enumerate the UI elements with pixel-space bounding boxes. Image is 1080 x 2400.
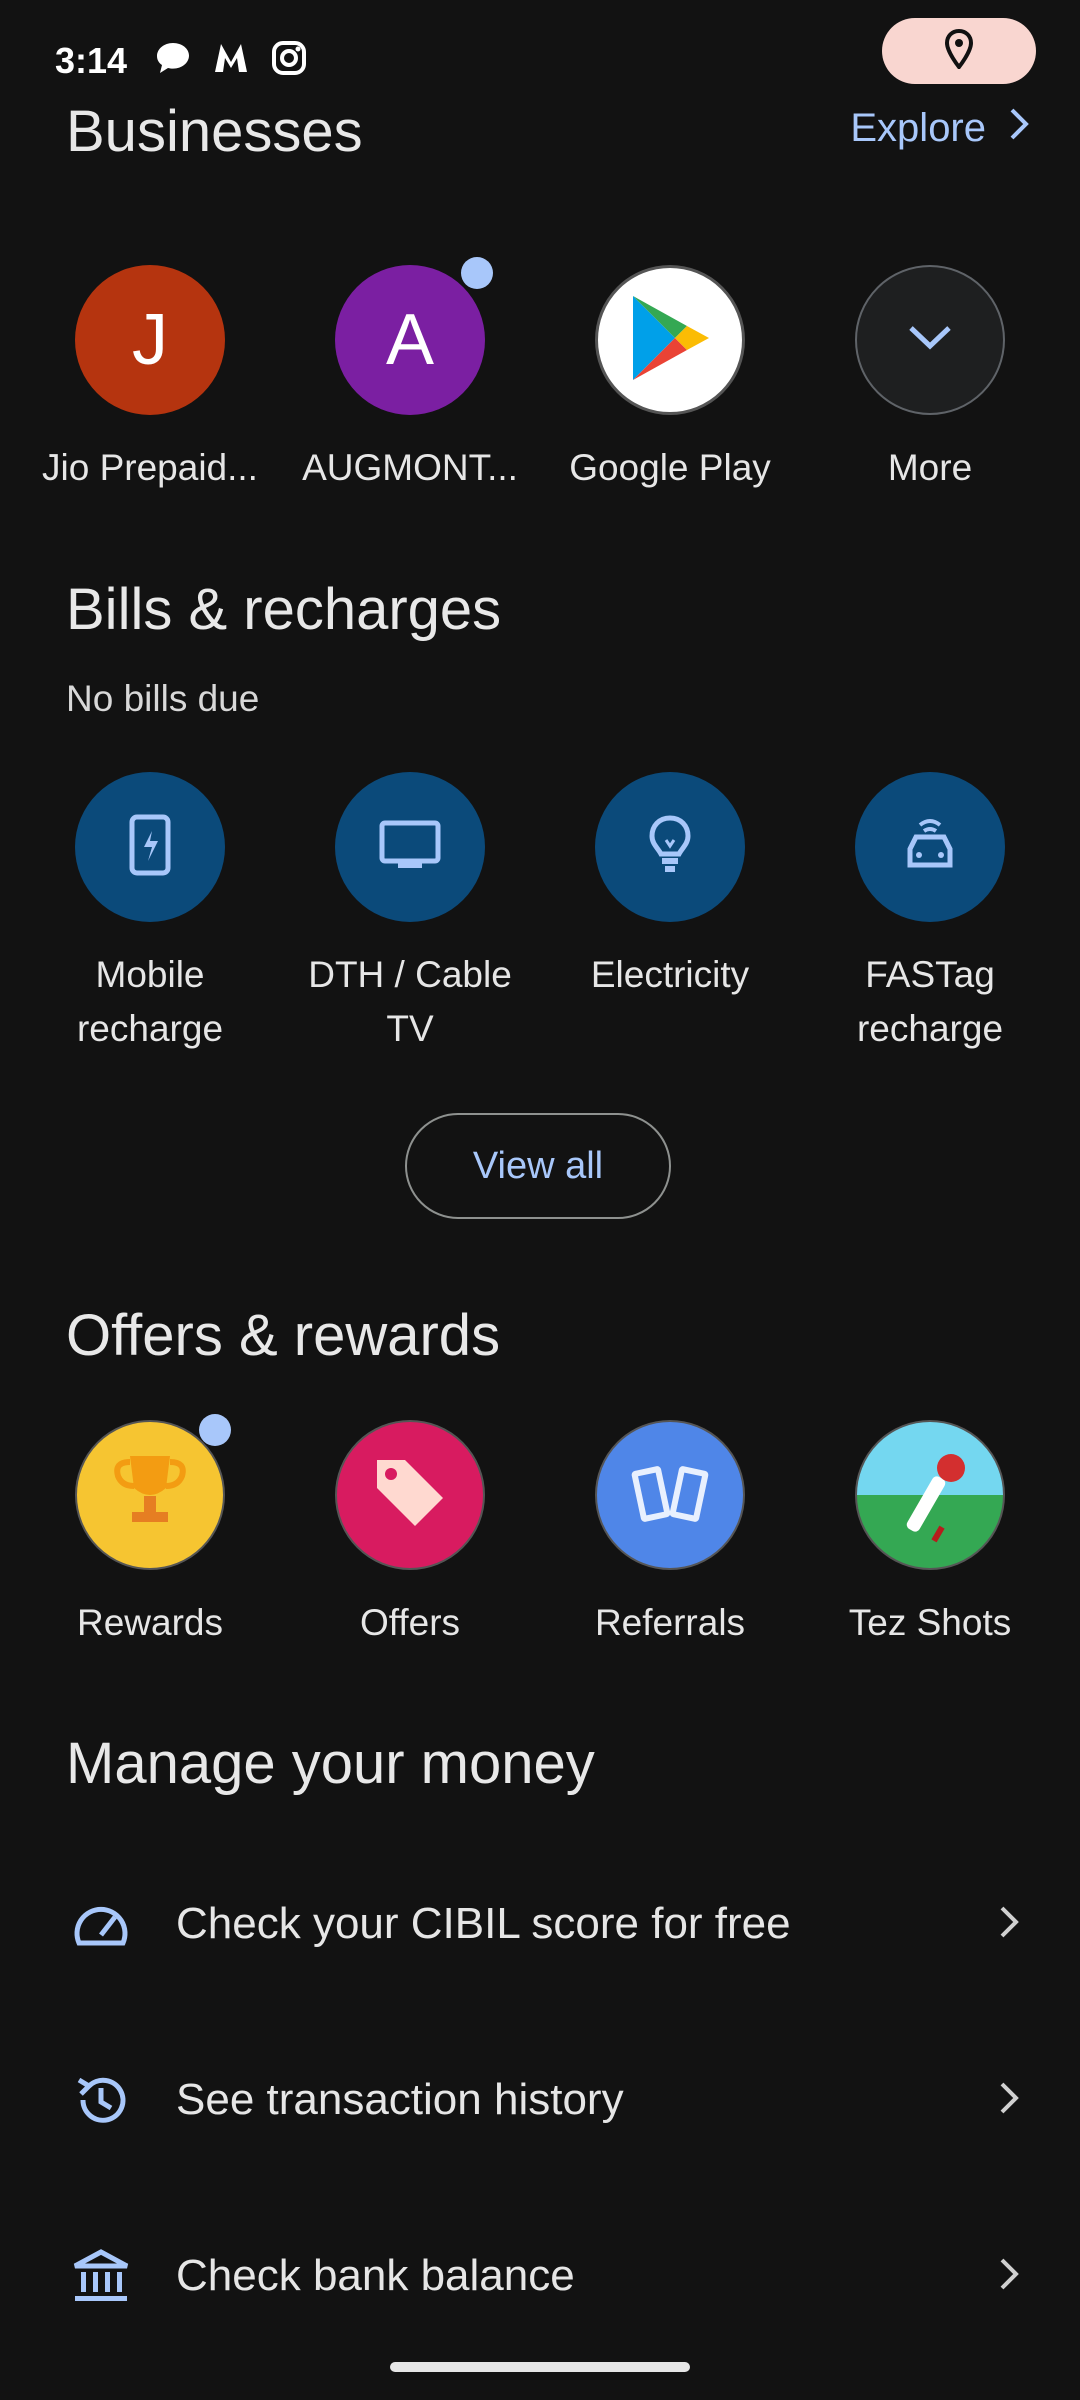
avatar-letter: J	[132, 300, 168, 380]
offers-title: Offers & rewards	[66, 1303, 501, 1368]
tag-icon	[365, 1448, 455, 1543]
businesses-row: J Jio Prepaid... A AUGMONT... Google Pla…	[20, 257, 1060, 495]
bill-fastag[interactable]: FASTag recharge	[800, 772, 1060, 1056]
offer-label: Referrals	[594, 1602, 746, 1643]
offer-label: Tez Shots	[848, 1602, 1012, 1643]
status-time: 3:14	[55, 40, 128, 81]
business-label: Jio Prepaid...	[42, 447, 258, 488]
cricket-icon	[875, 1438, 985, 1553]
car-icon	[900, 815, 960, 880]
offer-rewards[interactable]: Rewards	[20, 1414, 280, 1650]
offers-row: Rewards Offers Referrals Tez Shots	[20, 1414, 1060, 1650]
notification-dot	[461, 257, 493, 289]
list-item-bank-balance[interactable]: Check bank balance	[0, 2188, 1080, 2364]
bill-mobile-recharge[interactable]: Mobile recharge	[20, 772, 280, 1056]
businesses-title: Businesses	[66, 99, 363, 164]
bill-icon-circle	[855, 772, 1005, 922]
business-augmont[interactable]: A AUGMONT...	[280, 257, 540, 495]
google-play-icon	[627, 292, 713, 389]
avatar: J	[75, 265, 225, 415]
offer-icon-circle	[75, 1414, 231, 1570]
bulb-icon	[648, 814, 692, 881]
bill-label: Mobile recharge	[76, 954, 224, 1049]
avatar: A	[335, 257, 493, 415]
offer-label: Rewards	[77, 1602, 223, 1643]
more-circle	[855, 265, 1005, 415]
tv-icon	[378, 819, 442, 876]
phone-charge-icon	[128, 813, 172, 882]
bills-row: Mobile recharge DTH / Cable TV Electrici…	[20, 772, 1060, 1056]
bill-dth[interactable]: DTH / Cable TV	[280, 772, 540, 1056]
offer-offers[interactable]: Offers	[280, 1420, 540, 1650]
location-indicator[interactable]	[882, 18, 1036, 84]
bill-label: Electricity	[590, 954, 750, 995]
list-item-label: Check your CIBIL score for free	[176, 1899, 791, 1948]
chevron-right-icon	[998, 2257, 1020, 2296]
bill-icon-circle	[595, 772, 745, 922]
list-item-label: Check bank balance	[176, 2251, 575, 2300]
location-pin-icon	[944, 28, 974, 74]
cards-icon	[622, 1448, 718, 1543]
chat-bubble-icon	[155, 41, 191, 80]
explore-link[interactable]: Explore	[850, 106, 1030, 151]
avatar	[595, 265, 745, 415]
avatar-letter: A	[385, 300, 435, 380]
bank-icon	[66, 2248, 136, 2304]
bill-icon-circle	[75, 772, 225, 922]
business-label: More	[887, 447, 973, 488]
speedometer-icon	[66, 1899, 136, 1949]
bill-label: DTH / Cable TV	[308, 954, 512, 1049]
trophy-icon	[100, 1448, 200, 1543]
list-item-label: See transaction history	[176, 2075, 624, 2124]
offer-icon-circle	[855, 1420, 1005, 1570]
business-google-play[interactable]: Google Play	[540, 265, 800, 495]
myntra-icon	[211, 40, 251, 81]
explore-label: Explore	[850, 106, 986, 150]
status-notification-icons	[155, 40, 307, 81]
business-label: Google Play	[569, 447, 771, 488]
chevron-right-icon	[998, 1905, 1020, 1944]
business-more[interactable]: More	[800, 265, 1060, 495]
list-item-history[interactable]: See transaction history	[0, 2012, 1080, 2188]
gesture-home-bar[interactable]	[390, 2362, 690, 2372]
list-item-cibil[interactable]: Check your CIBIL score for free	[0, 1836, 1080, 2012]
instagram-icon	[271, 40, 307, 81]
offer-tez-shots[interactable]: Tez Shots	[800, 1420, 1060, 1650]
bills-subtitle: No bills due	[66, 678, 260, 719]
business-jio[interactable]: J Jio Prepaid...	[20, 265, 280, 495]
offer-icon-circle	[595, 1420, 745, 1570]
manage-title: Manage your money	[66, 1731, 595, 1796]
offer-label: Offers	[359, 1602, 461, 1643]
history-icon	[66, 2072, 136, 2128]
bills-title: Bills & recharges	[66, 577, 502, 642]
business-label: AUGMONT...	[302, 447, 518, 488]
bill-label: FASTag recharge	[856, 954, 1004, 1049]
notification-dot	[199, 1414, 231, 1446]
view-all-button[interactable]: View all	[405, 1113, 671, 1219]
bill-icon-circle	[335, 772, 485, 922]
chevron-right-icon	[998, 2081, 1020, 2120]
offer-referrals[interactable]: Referrals	[540, 1420, 800, 1650]
chevron-down-icon	[907, 324, 953, 357]
chevron-right-icon	[1008, 106, 1030, 151]
bill-electricity[interactable]: Electricity	[540, 772, 800, 1056]
offer-icon-circle	[335, 1420, 485, 1570]
